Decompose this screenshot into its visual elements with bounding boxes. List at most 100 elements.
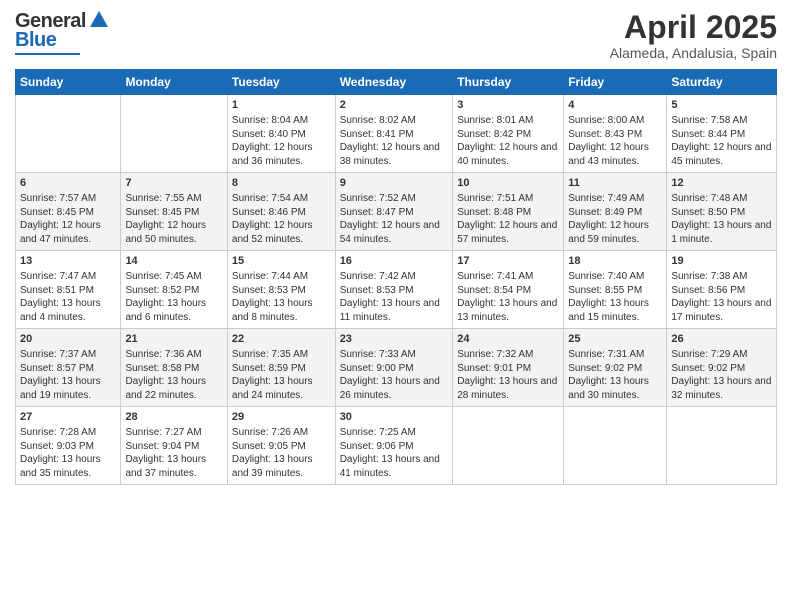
day-number: 30 (340, 410, 449, 425)
day-info: Sunrise: 8:02 AM (340, 114, 449, 128)
day-number: 26 (671, 332, 772, 347)
calendar-cell (667, 407, 777, 485)
day-number: 25 (568, 332, 662, 347)
day-info: Sunrise: 7:35 AM (232, 348, 331, 362)
day-info: Sunset: 9:00 PM (340, 362, 449, 376)
day-info: Sunrise: 7:44 AM (232, 270, 331, 284)
day-info: Sunrise: 7:36 AM (125, 348, 222, 362)
calendar-cell: 21Sunrise: 7:36 AMSunset: 8:58 PMDayligh… (121, 329, 227, 407)
day-number: 4 (568, 98, 662, 113)
calendar-table: SundayMondayTuesdayWednesdayThursdayFrid… (15, 69, 777, 485)
day-number: 20 (20, 332, 116, 347)
day-info: Sunrise: 7:55 AM (125, 192, 222, 206)
calendar-cell: 10Sunrise: 7:51 AMSunset: 8:48 PMDayligh… (453, 173, 564, 251)
calendar-cell: 11Sunrise: 7:49 AMSunset: 8:49 PMDayligh… (564, 173, 667, 251)
day-header-friday: Friday (564, 70, 667, 95)
calendar-cell (564, 407, 667, 485)
calendar-cell: 27Sunrise: 7:28 AMSunset: 9:03 PMDayligh… (16, 407, 121, 485)
day-info: Daylight: 13 hours and 26 minutes. (340, 375, 449, 402)
day-info: Sunrise: 7:45 AM (125, 270, 222, 284)
day-number: 1 (232, 98, 331, 113)
day-info: Daylight: 13 hours and 22 minutes. (125, 375, 222, 402)
day-info: Sunrise: 8:04 AM (232, 114, 331, 128)
day-info: Sunset: 9:06 PM (340, 440, 449, 454)
calendar-cell: 17Sunrise: 7:41 AMSunset: 8:54 PMDayligh… (453, 251, 564, 329)
day-info: Sunset: 8:57 PM (20, 362, 116, 376)
day-number: 15 (232, 254, 331, 269)
day-number: 6 (20, 176, 116, 191)
day-info: Sunset: 8:53 PM (340, 284, 449, 298)
day-info: Sunset: 8:56 PM (671, 284, 772, 298)
day-info: Daylight: 12 hours and 47 minutes. (20, 219, 116, 246)
day-info: Daylight: 13 hours and 6 minutes. (125, 297, 222, 324)
day-header-monday: Monday (121, 70, 227, 95)
day-header-sunday: Sunday (16, 70, 121, 95)
week-row-2: 6Sunrise: 7:57 AMSunset: 8:45 PMDaylight… (16, 173, 777, 251)
day-number: 23 (340, 332, 449, 347)
day-info: Sunset: 8:51 PM (20, 284, 116, 298)
day-number: 27 (20, 410, 116, 425)
title-area: April 2025 Alameda, Andalusia, Spain (610, 10, 777, 61)
day-info: Sunset: 9:01 PM (457, 362, 559, 376)
day-number: 22 (232, 332, 331, 347)
day-info: Sunset: 9:05 PM (232, 440, 331, 454)
day-info: Sunrise: 7:41 AM (457, 270, 559, 284)
logo-blue: Blue (15, 29, 56, 52)
day-info: Daylight: 13 hours and 17 minutes. (671, 297, 772, 324)
day-info: Sunrise: 7:40 AM (568, 270, 662, 284)
day-info: Sunrise: 7:52 AM (340, 192, 449, 206)
day-info: Sunset: 8:50 PM (671, 206, 772, 220)
day-info: Daylight: 13 hours and 19 minutes. (20, 375, 116, 402)
day-info: Sunset: 8:49 PM (568, 206, 662, 220)
day-info: Daylight: 13 hours and 15 minutes. (568, 297, 662, 324)
calendar-cell: 7Sunrise: 7:55 AMSunset: 8:45 PMDaylight… (121, 173, 227, 251)
day-info: Sunset: 8:40 PM (232, 128, 331, 142)
day-info: Sunset: 8:47 PM (340, 206, 449, 220)
calendar-cell: 1Sunrise: 8:04 AMSunset: 8:40 PMDaylight… (227, 95, 335, 173)
day-info: Daylight: 12 hours and 38 minutes. (340, 141, 449, 168)
day-info: Daylight: 13 hours and 37 minutes. (125, 453, 222, 480)
calendar-cell: 14Sunrise: 7:45 AMSunset: 8:52 PMDayligh… (121, 251, 227, 329)
day-info: Sunrise: 7:57 AM (20, 192, 116, 206)
day-info: Daylight: 12 hours and 57 minutes. (457, 219, 559, 246)
day-info: Daylight: 12 hours and 50 minutes. (125, 219, 222, 246)
day-info: Daylight: 13 hours and 39 minutes. (232, 453, 331, 480)
day-info: Sunrise: 7:32 AM (457, 348, 559, 362)
day-number: 13 (20, 254, 116, 269)
day-info: Daylight: 13 hours and 24 minutes. (232, 375, 331, 402)
day-info: Daylight: 12 hours and 52 minutes. (232, 219, 331, 246)
calendar-cell: 29Sunrise: 7:26 AMSunset: 9:05 PMDayligh… (227, 407, 335, 485)
day-info: Sunrise: 7:29 AM (671, 348, 772, 362)
calendar-cell: 3Sunrise: 8:01 AMSunset: 8:42 PMDaylight… (453, 95, 564, 173)
day-number: 7 (125, 176, 222, 191)
day-info: Sunset: 9:04 PM (125, 440, 222, 454)
week-row-5: 27Sunrise: 7:28 AMSunset: 9:03 PMDayligh… (16, 407, 777, 485)
day-info: Sunset: 8:44 PM (671, 128, 772, 142)
day-number: 12 (671, 176, 772, 191)
day-info: Sunrise: 7:47 AM (20, 270, 116, 284)
day-info: Sunset: 8:52 PM (125, 284, 222, 298)
day-number: 5 (671, 98, 772, 113)
day-number: 28 (125, 410, 222, 425)
calendar-cell: 20Sunrise: 7:37 AMSunset: 8:57 PMDayligh… (16, 329, 121, 407)
calendar-cell: 13Sunrise: 7:47 AMSunset: 8:51 PMDayligh… (16, 251, 121, 329)
logo-underline (15, 53, 80, 55)
calendar-cell: 6Sunrise: 7:57 AMSunset: 8:45 PMDaylight… (16, 173, 121, 251)
day-info: Sunset: 8:53 PM (232, 284, 331, 298)
calendar-cell: 30Sunrise: 7:25 AMSunset: 9:06 PMDayligh… (335, 407, 453, 485)
calendar-cell (453, 407, 564, 485)
day-number: 10 (457, 176, 559, 191)
day-number: 16 (340, 254, 449, 269)
day-info: Daylight: 13 hours and 8 minutes. (232, 297, 331, 324)
day-number: 21 (125, 332, 222, 347)
day-info: Sunset: 8:43 PM (568, 128, 662, 142)
calendar-cell: 5Sunrise: 7:58 AMSunset: 8:44 PMDaylight… (667, 95, 777, 173)
calendar-cell: 24Sunrise: 7:32 AMSunset: 9:01 PMDayligh… (453, 329, 564, 407)
day-info: Sunrise: 7:49 AM (568, 192, 662, 206)
day-info: Sunrise: 7:37 AM (20, 348, 116, 362)
day-info: Daylight: 12 hours and 59 minutes. (568, 219, 662, 246)
day-number: 2 (340, 98, 449, 113)
calendar-cell: 23Sunrise: 7:33 AMSunset: 9:00 PMDayligh… (335, 329, 453, 407)
day-info: Sunset: 8:45 PM (125, 206, 222, 220)
header: General Blue April 2025 Alameda, Andalus… (15, 10, 777, 61)
